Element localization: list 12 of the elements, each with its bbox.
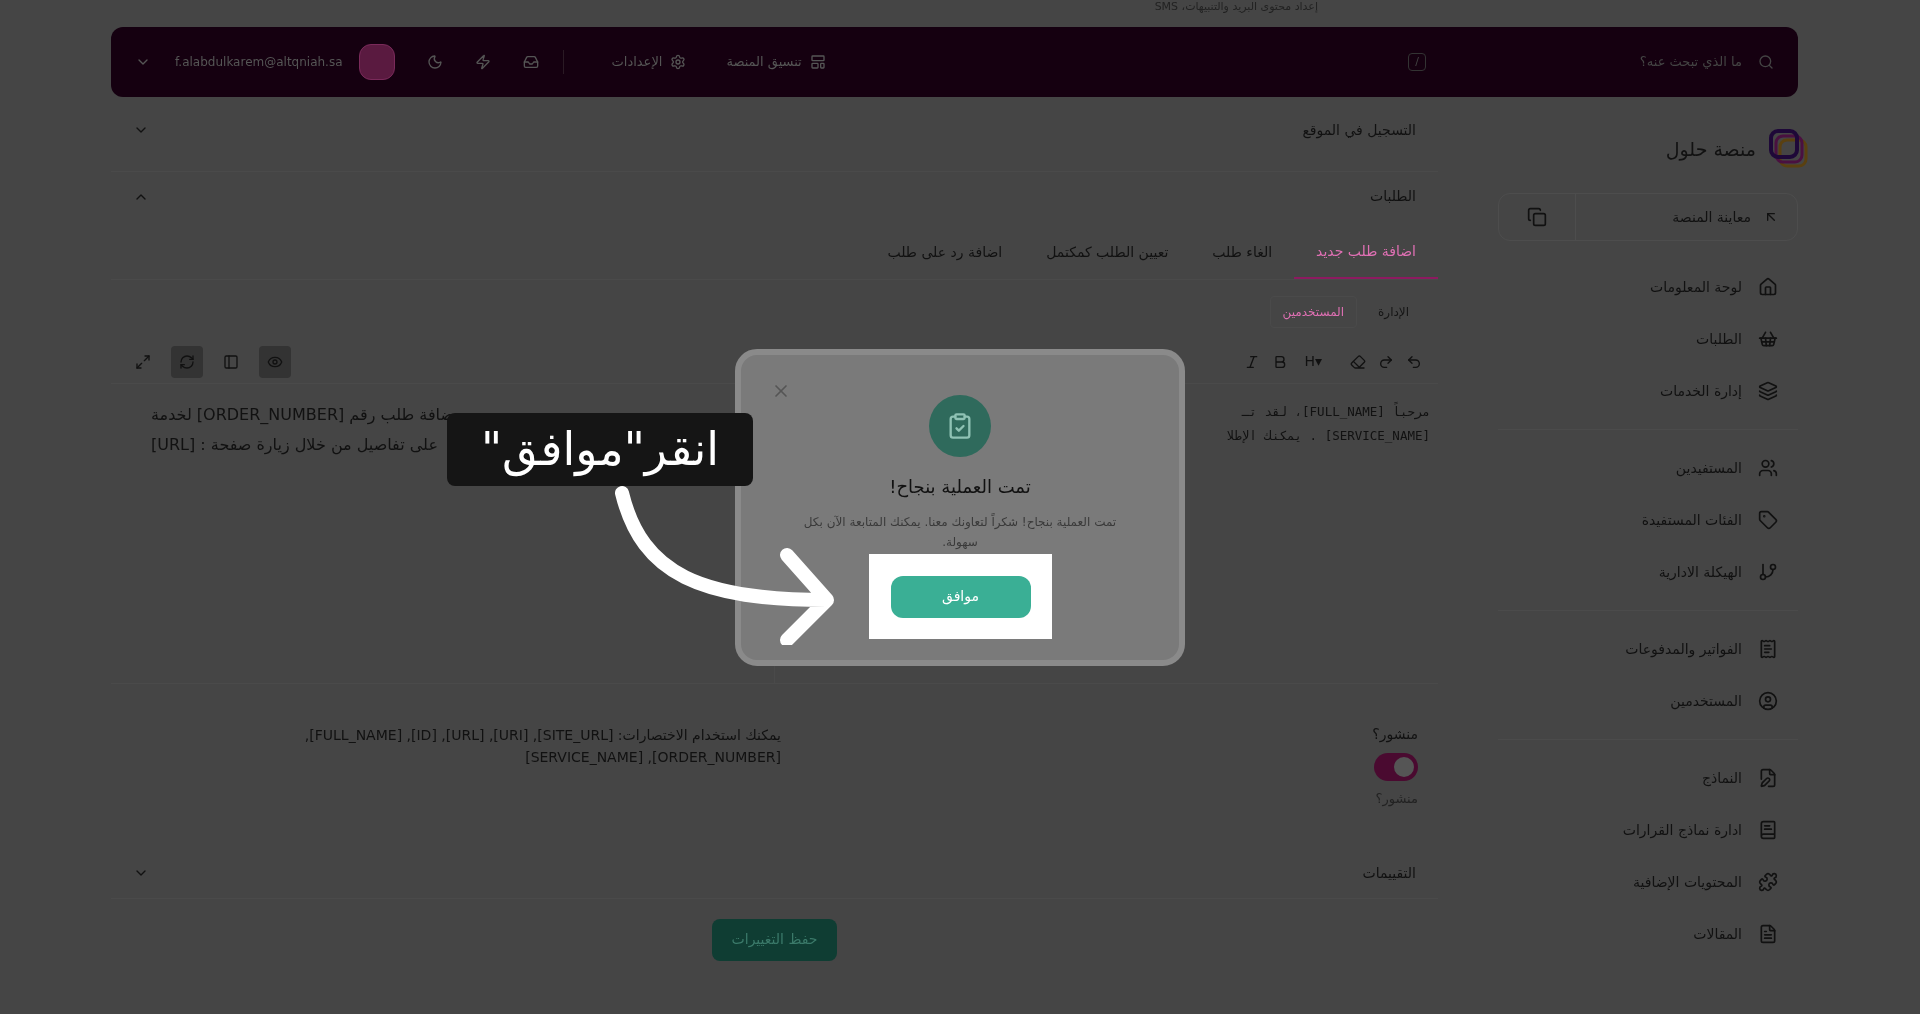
audience-chip[interactable]: المستخدمين — [1269, 296, 1358, 328]
topbar-link[interactable]: الإعدادات — [611, 52, 687, 72]
user-email[interactable]: f.alabdulkarem@altqniah.sa — [175, 53, 343, 71]
dialog-message: تمت العملية بنجاح! شكراً لتعاونك معنا. يمكنك المتابعة الآن بكل سهولة. — [802, 512, 1118, 551]
save-button[interactable]: حفظ التغييرات — [711, 918, 838, 961]
shortcut-key: / — [1408, 52, 1426, 72]
dialog-title: تمت العملية بنجاح! — [889, 475, 1031, 500]
tab[interactable]: اضافة طلب جديد — [1294, 225, 1438, 279]
search-field[interactable]: ما الذي تبحث عنه؟ — [1442, 52, 1742, 72]
topbar-link[interactable]: تنسيق المنصة — [726, 52, 826, 72]
instruction-callout: انقر"موافق" — [447, 413, 753, 486]
confirm-button[interactable]: موافق — [890, 575, 1031, 618]
